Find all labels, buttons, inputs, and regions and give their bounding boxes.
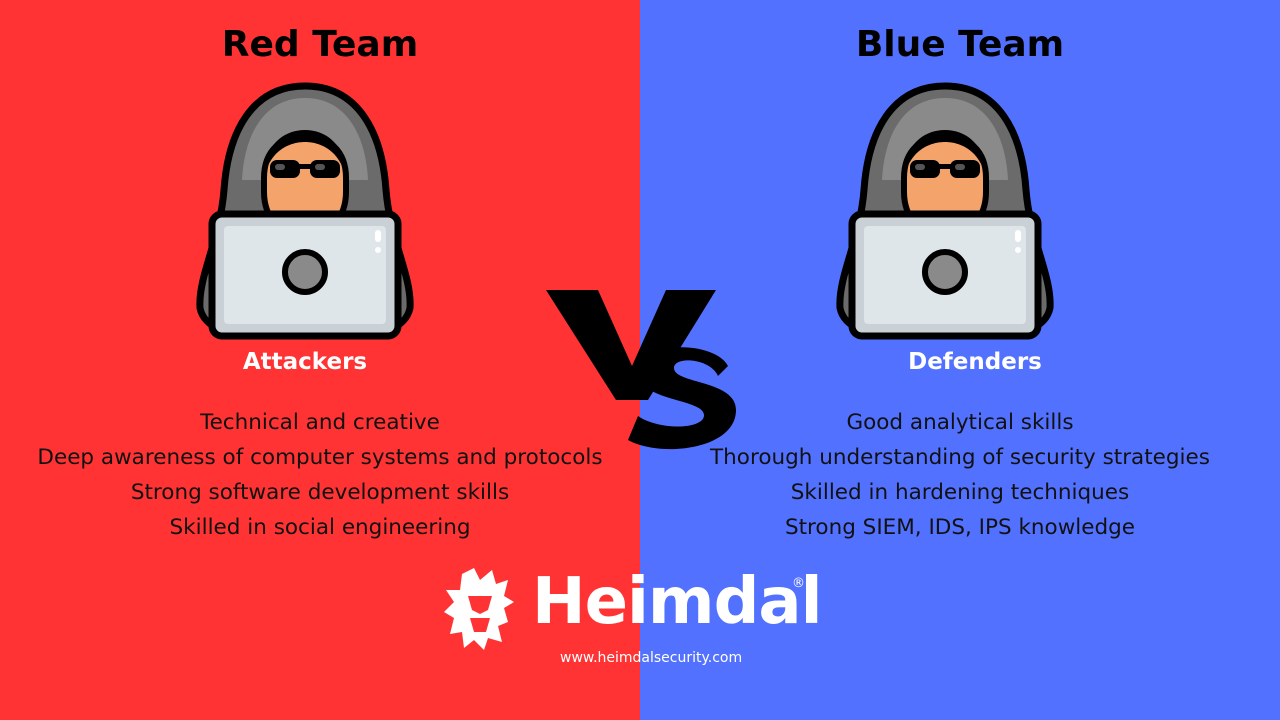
- red-team-role: Attackers: [242, 349, 368, 375]
- vs-icon: [546, 290, 736, 450]
- list-item: Skilled in hardening techniques: [790, 480, 1130, 505]
- brand-name: Heimdal: [532, 565, 823, 639]
- list-item: Skilled in social engineering: [169, 515, 471, 540]
- blue-team-title: Blue Team: [855, 24, 1065, 65]
- list-item: Strong SIEM, IDS, IPS knowledge: [784, 515, 1136, 540]
- brand-logo: Heimdal ® www.heimdalsecurity.com: [440, 565, 823, 666]
- red-team-title: Red Team: [221, 24, 419, 65]
- viking-head-icon: [444, 568, 514, 650]
- list-item: Strong software development skills: [130, 480, 510, 505]
- registered-mark: ®: [792, 576, 805, 591]
- brand-url: www.heimdalsecurity.com: [560, 650, 743, 666]
- hacker-icon: [196, 82, 414, 340]
- hacker-icon: [836, 82, 1054, 340]
